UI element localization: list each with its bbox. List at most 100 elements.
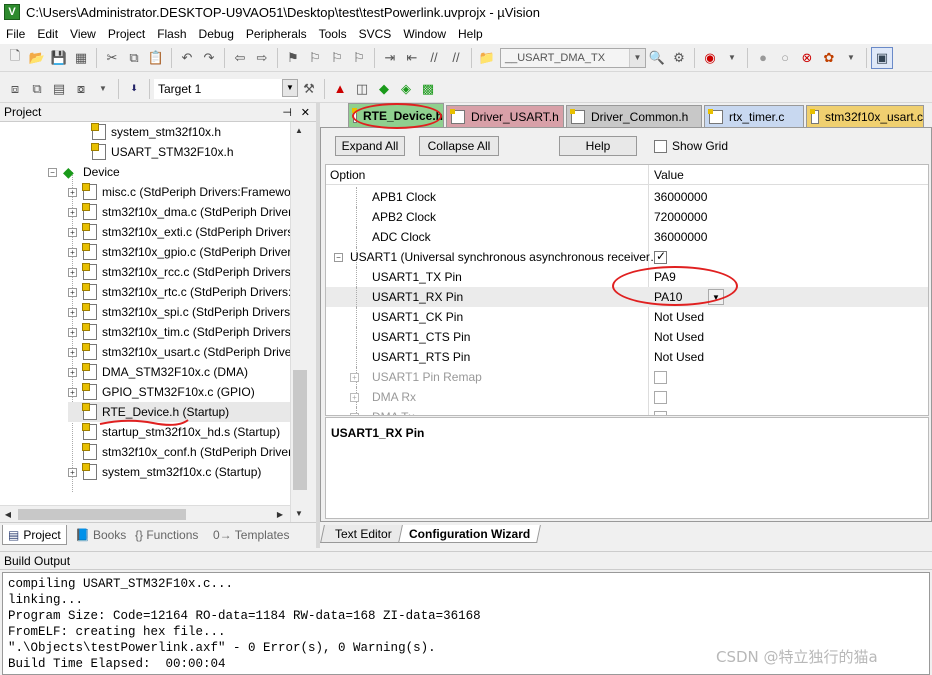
option-row[interactable]: APB2 Clock 72000000 — [326, 207, 928, 227]
scroll-thumb[interactable] — [18, 509, 186, 520]
expand-icon[interactable]: + — [68, 387, 77, 397]
file-extensions-icon[interactable]: ◫ — [351, 78, 373, 100]
expand-icon[interactable]: + — [68, 287, 77, 297]
close-icon[interactable]: ✕ — [301, 106, 310, 119]
menu-svcs[interactable]: SVCS — [353, 27, 398, 41]
menu-tools[interactable]: Tools — [313, 27, 353, 41]
column-divider[interactable] — [648, 165, 649, 185]
expand-icon[interactable]: + — [350, 373, 359, 382]
tree-item[interactable]: + system_stm32f10x.c (Startup) — [68, 462, 261, 482]
translate-icon[interactable]: ⧈ — [4, 78, 26, 100]
tree-item[interactable]: + stm32f10x_rtc.c (StdPeriph Drivers:F — [68, 282, 290, 302]
tab-functions[interactable]: {} Functions — [130, 525, 203, 545]
menu-peripherals[interactable]: Peripherals — [240, 27, 313, 41]
chevron-down-icon[interactable]: ▼ — [721, 47, 743, 69]
save-icon[interactable]: 💾 — [48, 47, 70, 69]
option-value[interactable] — [654, 367, 667, 387]
expand-icon[interactable]: + — [350, 413, 359, 415]
scroll-thumb[interactable] — [293, 370, 307, 490]
tree-item[interactable]: + stm32f10x_dma.c (StdPeriph Driver — [68, 202, 290, 222]
pin-icon[interactable]: ⊣ — [282, 106, 292, 119]
scroll-left-icon[interactable]: ◀ — [0, 506, 16, 522]
nav-forward-icon[interactable]: ⇨ — [251, 47, 273, 69]
download-load-icon[interactable]: ⬇ — [123, 78, 145, 100]
tab-templates[interactable]: 0→ Templates — [208, 525, 294, 545]
select-pack-icon[interactable]: ◈ — [395, 78, 417, 100]
tree-item[interactable]: + stm32f10x_rcc.c (StdPeriph Drivers: — [68, 262, 290, 282]
menu-flash[interactable]: Flash — [151, 27, 192, 41]
kill-breakpoints-icon[interactable]: ⊗ — [796, 47, 818, 69]
target-options-icon[interactable]: ⚒ — [298, 78, 320, 100]
menu-file[interactable]: File — [0, 27, 31, 41]
expand-icon[interactable]: + — [68, 267, 77, 277]
expand-icon[interactable]: + — [68, 347, 77, 357]
project-horizontal-scrollbar[interactable]: ◀ ▶ — [0, 505, 290, 522]
settings-icon[interactable]: ✿ — [818, 47, 840, 69]
expand-icon[interactable]: + — [350, 393, 359, 402]
option-value[interactable]: 36000000 — [654, 187, 707, 207]
tree-item[interactable]: + stm32f10x_exti.c (StdPeriph Drivers: — [68, 222, 290, 242]
bookmark-icon[interactable]: ⚑ — [282, 47, 304, 69]
scroll-up-icon[interactable]: ▲ — [291, 122, 307, 138]
redo-icon[interactable]: ↷ — [198, 47, 220, 69]
doc-tab-rtx-timer-c[interactable]: rtx_timer.c — [704, 105, 804, 127]
scroll-right-icon[interactable]: ▶ — [272, 506, 288, 522]
show-grid-checkbox[interactable]: Show Grid — [654, 139, 728, 153]
replace-icon[interactable]: ⚙ — [668, 47, 690, 69]
clear-bookmarks-icon[interactable]: ⚐ — [348, 47, 370, 69]
doc-tab-stm32f10x-usart-c[interactable]: stm32f10x_usart.c — [806, 105, 924, 127]
tab-project[interactable]: ▤ Project — [2, 525, 67, 545]
tree-item[interactable]: USART_STM32F10x.h — [91, 142, 234, 162]
option-value[interactable]: 36000000 — [654, 227, 707, 247]
expand-icon[interactable]: + — [68, 187, 77, 197]
find-in-files-icon[interactable]: 📁 — [476, 47, 498, 69]
tree-item[interactable]: + stm32f10x_tim.c (StdPeriph Drivers: — [68, 322, 290, 342]
option-value[interactable]: Not Used — [654, 327, 704, 347]
find-combo[interactable]: __USART_DMA_TX ▼ — [500, 47, 646, 68]
option-checkbox[interactable] — [654, 390, 667, 404]
scroll-down-icon[interactable]: ▼ — [291, 505, 307, 521]
checkmark-icon[interactable]: ✓ — [654, 249, 667, 264]
option-row[interactable]: APB1 Clock 36000000 — [326, 187, 928, 207]
expand-icon[interactable]: + — [68, 327, 77, 337]
help-button[interactable]: Help — [559, 136, 637, 156]
tab-configuration-wizard[interactable]: Configuration Wizard — [398, 525, 542, 543]
menu-edit[interactable]: Edit — [31, 27, 64, 41]
find-icon[interactable]: 🔍 — [646, 47, 668, 69]
value-column-header[interactable]: Value — [654, 168, 684, 182]
pack-installer-icon[interactable]: ▩ — [417, 78, 439, 100]
menu-window[interactable]: Window — [397, 27, 452, 41]
new-file-icon[interactable]: 🗋 — [4, 47, 26, 69]
project-vertical-scrollbar[interactable]: ▲ ▼ — [290, 122, 308, 522]
indent-icon[interactable]: ⇥ — [379, 47, 401, 69]
menu-help[interactable]: Help — [452, 27, 489, 41]
tree-item[interactable]: + DMA_STM32F10x.c (DMA) — [68, 362, 248, 382]
comment-icon[interactable]: // — [423, 47, 445, 69]
tree-item[interactable]: + stm32f10x_usart.c (StdPeriph Driver — [68, 342, 290, 362]
option-row[interactable]: USART1_CTS Pin Not Used — [326, 327, 928, 347]
option-value[interactable]: ✓ — [654, 247, 667, 267]
tree-item[interactable]: − ◆ Device — [48, 162, 120, 182]
build-icon[interactable]: ⧉ — [26, 78, 48, 100]
window-layout-icon[interactable]: ▣ — [871, 46, 893, 69]
paste-icon[interactable]: 📋 — [145, 47, 167, 69]
option-value[interactable]: Not Used — [654, 347, 704, 367]
chevron-down-icon[interactable]: ▼ — [92, 78, 114, 100]
collapse-icon[interactable]: − — [334, 253, 343, 262]
expand-all-button[interactable]: Expand All — [335, 136, 405, 156]
chevron-down-icon[interactable]: ▼ — [629, 48, 645, 67]
option-row[interactable]: USART1_RTS Pin Not Used — [326, 347, 928, 367]
copy-icon[interactable]: ⧉ — [123, 47, 145, 69]
open-folder-icon[interactable]: 📂 — [26, 47, 48, 69]
tree-item[interactable]: + misc.c (StdPeriph Drivers:Framewo — [68, 182, 290, 202]
unindent-icon[interactable]: ⇤ — [401, 47, 423, 69]
option-row[interactable]: + USART1 Pin Remap — [326, 367, 928, 387]
rebuild-icon[interactable]: ▤ — [48, 78, 70, 100]
undo-icon[interactable]: ↶ — [176, 47, 198, 69]
tree-item[interactable]: stm32f10x_conf.h (StdPeriph Driver — [68, 442, 290, 462]
cut-icon[interactable]: ✂ — [101, 47, 123, 69]
rte-icon[interactable]: ◆ — [373, 78, 395, 100]
nav-back-icon[interactable]: ⇦ — [229, 47, 251, 69]
prev-bookmark-icon[interactable]: ⚐ — [304, 47, 326, 69]
collapse-all-button[interactable]: Collapse All — [419, 136, 499, 156]
